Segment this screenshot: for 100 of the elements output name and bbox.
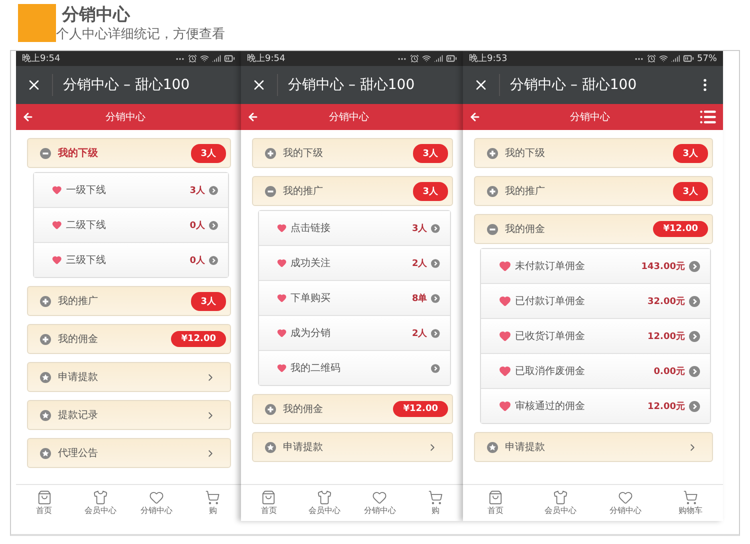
sub-item-value: 32.00元 [646, 296, 685, 308]
sub-item[interactable]: 一级下线 3人 [34, 173, 228, 208]
sub-item-value: 3人 [410, 222, 428, 234]
heart-icon [499, 365, 511, 377]
sub-item-value: 0人 [188, 254, 206, 266]
section-label: 我的佣金 [58, 332, 99, 346]
header-subtitle: 个人中心详细统记，方便查看 [56, 26, 225, 44]
battery-icon [682, 53, 694, 64]
menu-label: 提款记录 [58, 409, 99, 422]
section-header[interactable]: 我的下级 3人 [252, 138, 453, 168]
bag-icon [36, 490, 52, 505]
shirt-icon [553, 490, 568, 505]
menu-row[interactable]: 申请提款 [252, 432, 453, 462]
star-icon [487, 442, 498, 452]
menu-label: 申请提款 [58, 370, 99, 384]
section-label: 我的佣金 [505, 222, 546, 236]
sub-item-value: 2人 [410, 328, 428, 340]
tab-item[interactable]: 购 [408, 485, 463, 521]
sub-item-label: 下单购买 [290, 292, 332, 305]
chevron-icon [689, 330, 700, 342]
sub-item-label: 成功关注 [290, 256, 332, 270]
sub-item[interactable]: 未付款订单佣金 143.00元 [481, 249, 710, 284]
heart-icon [277, 362, 287, 374]
heart-icon [372, 490, 388, 505]
back-icon[interactable] [469, 111, 481, 123]
window-title: 分销中心 – 甜心100 [63, 76, 191, 94]
page-title: 分销中心 [569, 110, 611, 124]
tab-item[interactable]: 购 [184, 485, 241, 521]
section-header[interactable]: 我的推广 3人 [252, 176, 453, 206]
star-icon [40, 410, 51, 420]
section-header[interactable]: 我的推广 3人 [474, 176, 713, 206]
heart-icon [277, 222, 287, 234]
chevron-icon [209, 220, 218, 230]
section-header[interactable]: 我的佣金 ¥12.00 [252, 394, 453, 424]
sub-item-label: 点击链接 [290, 222, 332, 235]
chevron-icon [209, 254, 218, 266]
heart-icon [499, 260, 511, 272]
section-header[interactable]: 我的佣金 ¥12.00 [27, 324, 231, 354]
wifi-icon [658, 54, 668, 63]
cart-icon [683, 490, 698, 505]
tab-item[interactable]: 首页 [241, 485, 296, 521]
plus-icon [487, 186, 498, 196]
section-header[interactable]: 我的下级 3人 [474, 138, 713, 168]
chevron-icon [431, 328, 440, 338]
cart-icon [428, 490, 443, 505]
window-title: 分销中心 – 甜心100 [510, 76, 638, 94]
menu-row[interactable]: 申请提款 [27, 362, 231, 392]
star-icon [265, 442, 276, 452]
status-time: 晚上9:53 [469, 52, 508, 65]
tab-item[interactable]: 首页 [16, 485, 72, 521]
sub-item-label: 三级下线 [66, 254, 107, 267]
section-label: 我的推广 [283, 184, 324, 198]
section-label: 我的推广 [505, 184, 546, 198]
heart-icon [277, 292, 287, 304]
menu-row[interactable]: 申请提款 [474, 432, 713, 462]
sub-item-value: 8单 [410, 292, 428, 304]
heart-icon [499, 400, 511, 412]
count-badge: 3人 [672, 144, 708, 162]
tab-item[interactable]: 购物车 [658, 485, 723, 521]
section-header[interactable]: 我的佣金 ¥12.00 [474, 214, 713, 244]
section-header[interactable]: 我的下级 3人 [27, 138, 231, 168]
sub-item[interactable]: 点击链接 3人 [259, 211, 450, 246]
chevron-icon [689, 400, 700, 412]
back-icon[interactable] [22, 111, 34, 123]
tab-item[interactable]: 分销中心 [128, 485, 185, 521]
bag-icon [488, 490, 503, 505]
tab-item[interactable]: 首页 [463, 485, 528, 521]
star-icon [40, 372, 51, 382]
tab-item[interactable]: 分销中心 [593, 485, 658, 521]
menu-row[interactable]: 提款记录 [27, 400, 231, 430]
tab-item[interactable]: 会员中心 [296, 485, 352, 521]
count-badge: ¥12.00 [393, 401, 448, 417]
chevron-icon [689, 366, 700, 376]
battery-icon [446, 53, 457, 64]
sub-item-label: 审核通过的佣金 [515, 400, 586, 413]
section-label: 我的下级 [283, 146, 324, 160]
menu-label: 申请提款 [283, 440, 324, 454]
menu-row[interactable]: 代理公告 [27, 438, 231, 468]
battery-icon [224, 53, 235, 64]
sub-item-label: 已付款订单佣金 [515, 294, 586, 308]
chevron-icon [431, 222, 440, 234]
heart-icon [618, 490, 633, 505]
status-time: 晚上9:54 [22, 52, 60, 65]
tab-item[interactable]: 分销中心 [352, 485, 408, 521]
section-label: 我的推广 [58, 294, 99, 308]
count-badge: 3人 [672, 182, 708, 200]
section-header[interactable]: 我的推广 3人 [27, 286, 231, 316]
section-label: 我的佣金 [283, 402, 324, 416]
signal-icon [212, 54, 221, 63]
list-icon[interactable] [699, 108, 717, 126]
back-icon[interactable] [247, 111, 259, 123]
tab-item[interactable]: 会员中心 [528, 485, 593, 521]
wifi-icon [422, 54, 431, 63]
count-badge: ¥12.00 [653, 221, 708, 237]
sub-item-value: 12.00元 [646, 400, 685, 412]
minus-icon [487, 224, 498, 234]
count-badge: 3人 [190, 144, 226, 162]
tab-item[interactable]: 会员中心 [72, 485, 128, 521]
alarm-icon [410, 54, 419, 63]
menu-label: 代理公告 [58, 446, 99, 460]
